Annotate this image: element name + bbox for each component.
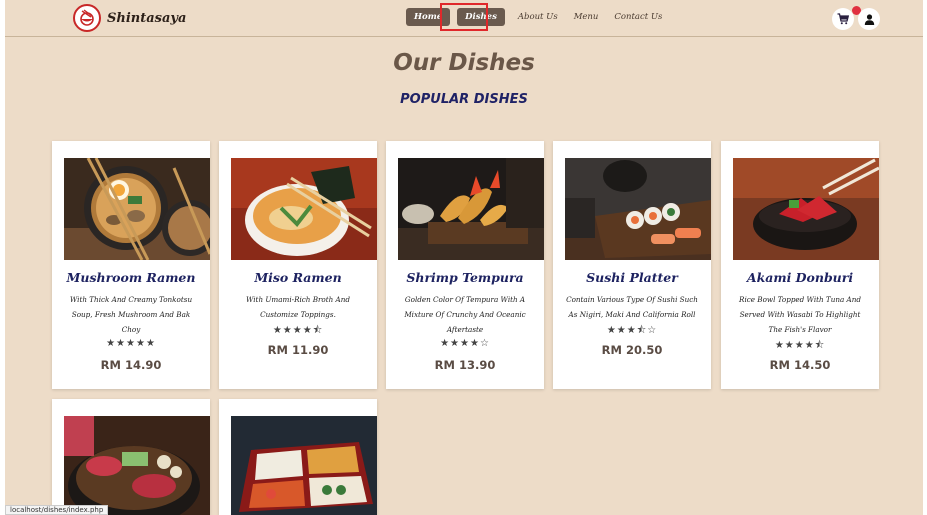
dish-card-bento[interactable] <box>219 399 377 515</box>
dish-name: Mushroom Ramen <box>66 270 196 285</box>
nav-menu[interactable]: Menu <box>566 8 607 26</box>
nav-contact-us[interactable]: Contact Us <box>606 8 670 26</box>
dish-image-sushi-platter <box>565 158 711 260</box>
dish-price: RM 14.90 <box>100 358 162 372</box>
dish-rating-stars: ★★★★★ <box>106 338 156 349</box>
brand-name: Shintasaya <box>107 10 187 26</box>
dish-image-bento <box>231 416 377 515</box>
cart-button[interactable] <box>832 8 854 30</box>
dish-card-akami-donburi[interactable]: Akami Donburi Rice Bowl Topped With Tuna… <box>721 141 879 389</box>
dish-price: RM 11.90 <box>267 343 329 357</box>
dish-price: RM 14.50 <box>769 358 831 372</box>
status-bar-url: localhost/dishes/index.php <box>5 505 109 515</box>
dish-card-mushroom-ramen[interactable]: Mushroom Ramen With Thick And Creamy Ton… <box>52 141 210 389</box>
dish-image-mushroom-ramen <box>64 158 210 260</box>
dish-card-sukiyaki[interactable] <box>52 399 210 515</box>
dish-name: Akami Donburi <box>746 270 854 285</box>
dish-description: Contain Various Type Of Sushi Such As Ni… <box>566 295 698 319</box>
account-button[interactable] <box>858 8 880 30</box>
dish-image-sukiyaki <box>64 416 210 515</box>
nav-about-us[interactable]: About Us <box>510 8 566 26</box>
dish-price: RM 20.50 <box>601 343 663 357</box>
dish-rating-stars: ★★★★☆ <box>440 338 490 349</box>
dish-description: Golden Color Of Tempura With A Mixture O… <box>404 295 526 334</box>
dish-rating-stars: ★★★★⯪ <box>774 340 826 351</box>
nav-dishes[interactable]: Dishes <box>457 8 505 26</box>
dish-card-shrimp-tempura[interactable]: Shrimp Tempura Golden Color Of Tempura W… <box>386 141 544 389</box>
dish-name: Sushi Platter <box>586 270 678 285</box>
dish-card-miso-ramen[interactable]: Miso Ramen With Umami-Rich Broth And Cus… <box>219 141 377 389</box>
dish-image-akami-donburi <box>733 158 879 260</box>
dish-description: With Umami-Rich Broth And Customize Topp… <box>246 295 350 319</box>
main-nav: Home Dishes About Us Menu Contact Us <box>406 8 670 26</box>
dish-name: Miso Ramen <box>254 270 342 285</box>
section-title: POPULAR DISHES <box>400 92 528 107</box>
navbar: Shintasaya Home Dishes About Us Menu Con… <box>5 0 923 37</box>
dish-name: Shrimp Tempura <box>406 270 524 285</box>
user-icon <box>864 13 874 25</box>
dish-image-miso-ramen <box>231 158 377 260</box>
nav-home[interactable]: Home <box>406 8 451 26</box>
logo-icon <box>73 4 101 32</box>
dish-rating-stars: ★★★⯪☆ <box>606 325 658 336</box>
dish-description: Rice Bowl Topped With Tuna And Served Wi… <box>739 295 861 334</box>
brand-logo[interactable]: Shintasaya <box>73 4 186 32</box>
dish-rating-stars: ★★★★⯪ <box>272 325 324 336</box>
dish-description: With Thick And Creamy Tonkotsu Soup, Fre… <box>69 295 193 334</box>
cart-icon <box>837 13 849 25</box>
page: Shintasaya Home Dishes About Us Menu Con… <box>5 0 923 515</box>
dish-price: RM 13.90 <box>434 358 496 372</box>
page-title: Our Dishes <box>393 50 535 76</box>
dish-card-sushi-platter[interactable]: Sushi Platter Contain Various Type Of Su… <box>553 141 711 389</box>
dish-image-shrimp-tempura <box>398 158 544 260</box>
